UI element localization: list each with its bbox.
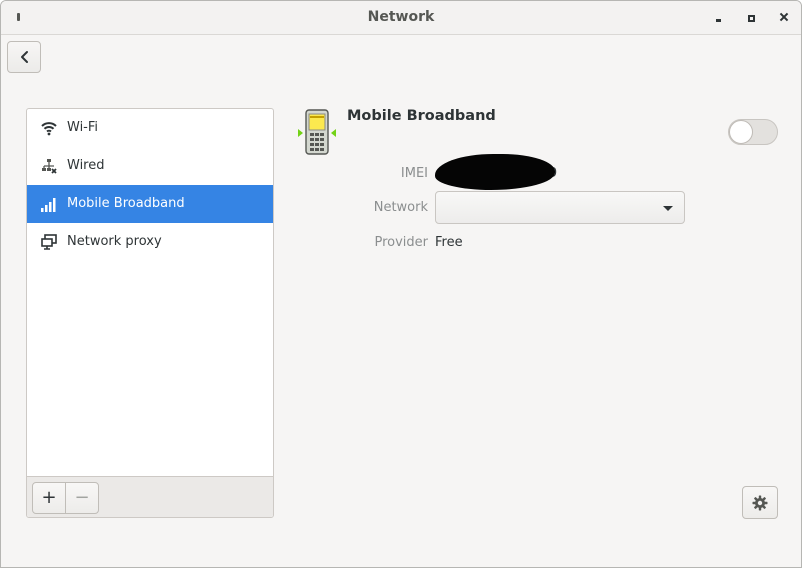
sidebar-toolbar: + − [27,476,273,517]
provider-value: Free [435,235,463,250]
minimize-button[interactable] [711,10,725,24]
sidebar-item-label: Network proxy [67,234,162,249]
wired-disconnected-icon [42,159,57,174]
sidebar-item-wifi[interactable]: Wi-Fi [27,109,273,147]
remove-connection-button[interactable]: − [65,482,99,514]
wifi-icon [41,122,57,136]
back-button[interactable] [7,41,41,73]
sidebar-item-wired[interactable]: Wired [27,147,273,185]
chevron-down-icon [663,206,673,211]
titlebar: Network [1,1,801,35]
signal-bars-icon [41,198,56,212]
network-label: Network [373,200,428,215]
sidebar-item-label: Wired [67,158,105,173]
mobile-broadband-toggle[interactable] [728,119,778,145]
device-title: Mobile Broadband [347,108,496,124]
network-sidebar: Wi-Fi Wired Mobile Broadband Network pro… [26,108,274,518]
redaction-mark [435,154,555,190]
network-select[interactable] [435,191,685,224]
sidebar-item-network-proxy[interactable]: Network proxy [27,223,273,261]
chevron-left-icon [21,51,28,63]
mobile-phone-icon [298,109,336,155]
settings-button[interactable] [742,486,778,519]
provider-label: Provider [374,235,428,250]
close-button[interactable] [777,10,791,24]
imei-label: IMEI [400,166,428,181]
sidebar-item-label: Mobile Broadband [67,196,185,211]
sidebar-item-mobile-broadband[interactable]: Mobile Broadband [27,185,273,223]
window-title: Network [367,9,435,25]
maximize-button[interactable] [744,10,758,24]
network-window: Network Wi-Fi Wired Mobile Broadband Net… [0,0,802,568]
toggle-knob [729,120,753,144]
network-proxy-icon [41,234,57,250]
sidebar-item-label: Wi-Fi [67,120,99,135]
add-connection-button[interactable]: + [32,482,66,514]
gear-icon [752,495,768,511]
